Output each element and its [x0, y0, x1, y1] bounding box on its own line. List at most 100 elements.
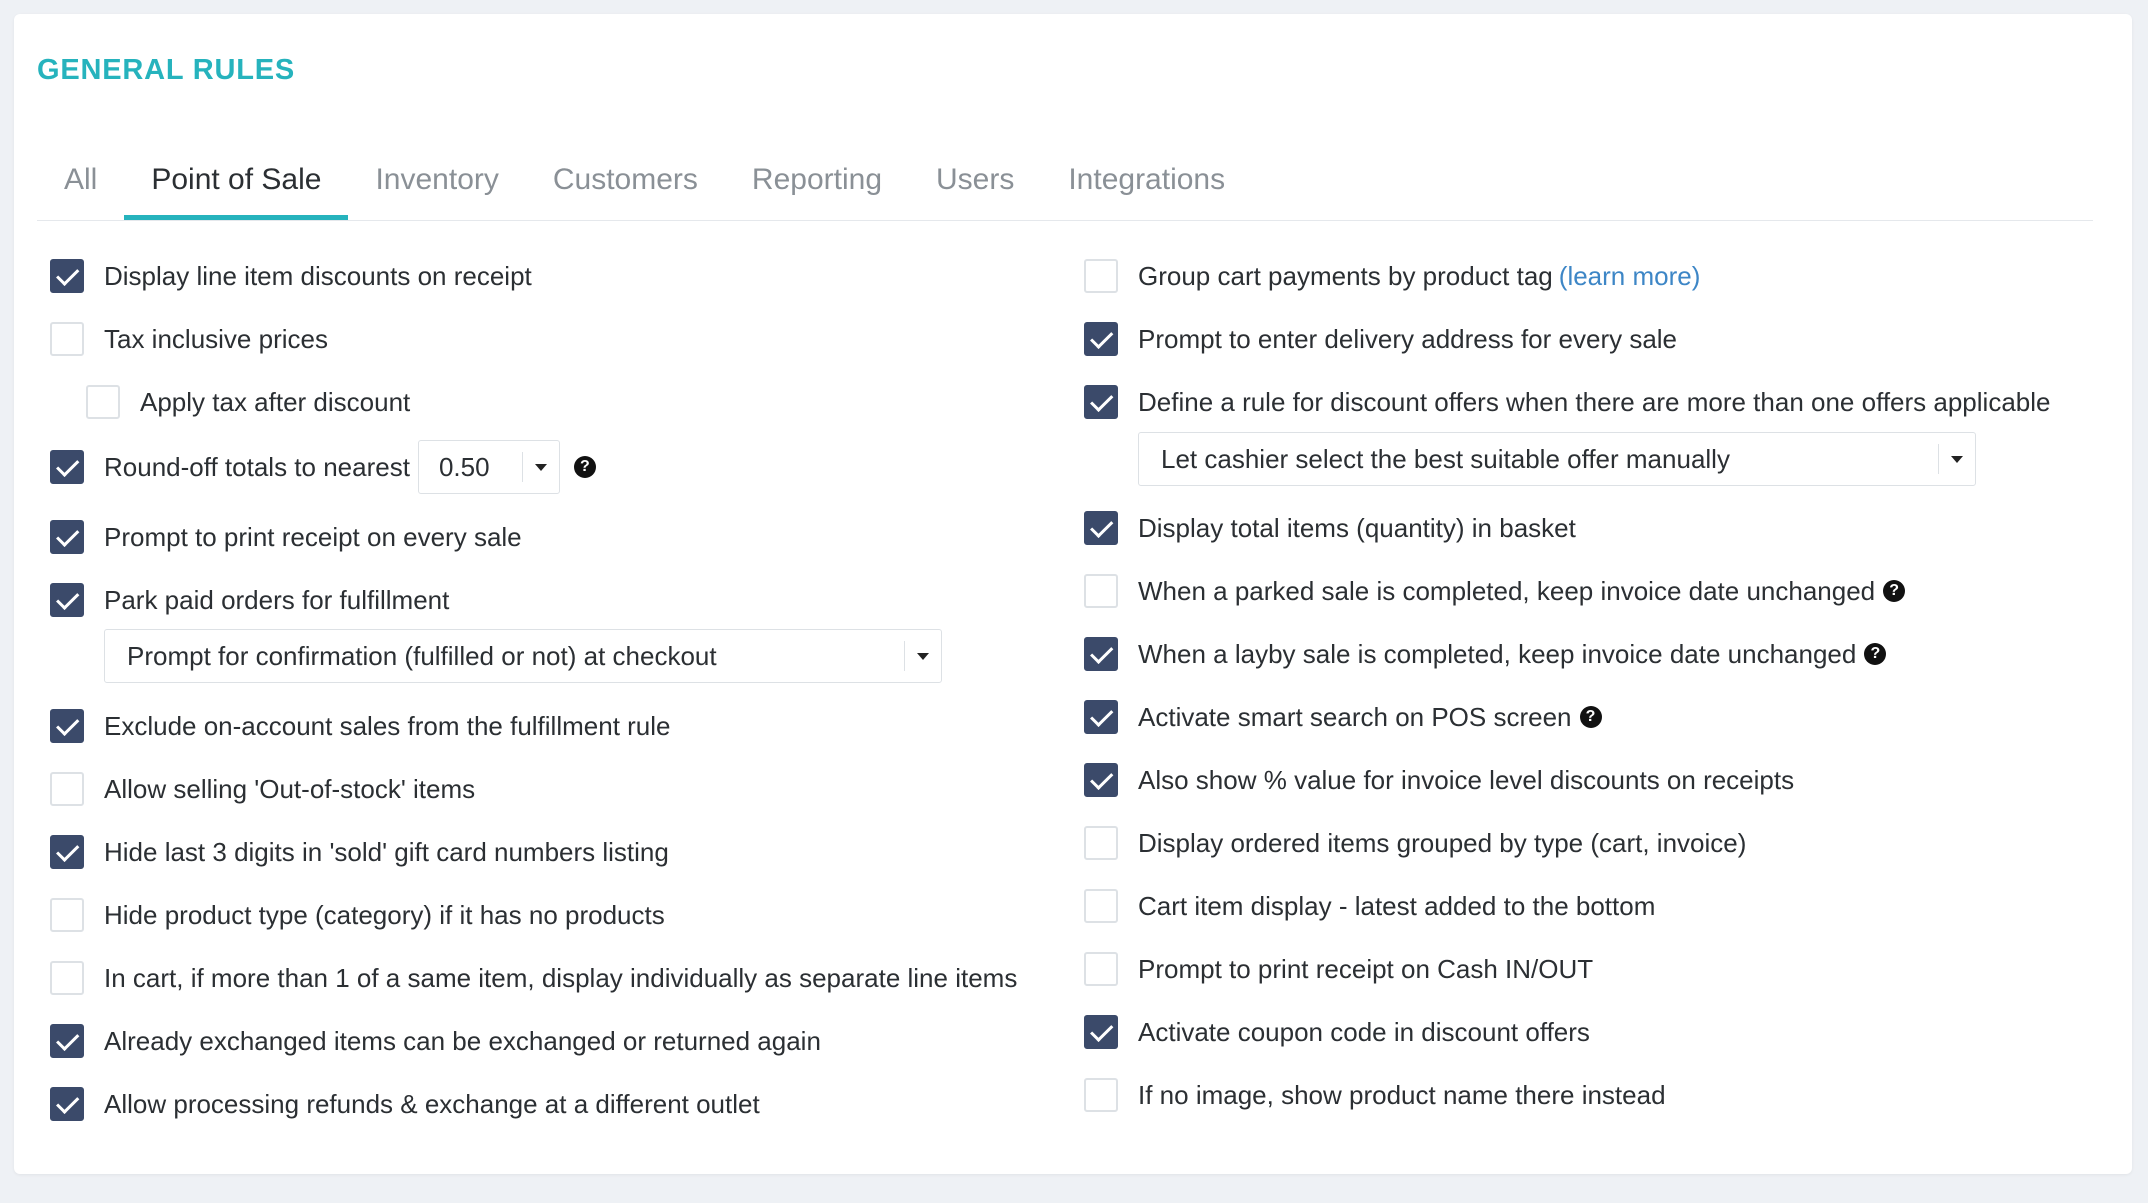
select-value: Prompt for confirmation (fulfilled or no…	[127, 640, 717, 671]
rule-label: Display total items (quantity) in basket	[1138, 512, 1576, 543]
checkbox-checked[interactable]	[1084, 637, 1118, 671]
rule-show-percent-value: Also show % value for invoice level disc…	[1084, 763, 1794, 797]
rule-label: When a layby sale is completed, keep inv…	[1138, 638, 1857, 669]
checkbox-checked[interactable]	[50, 1024, 84, 1058]
rule-label: Allow processing refunds & exchange at a…	[104, 1088, 760, 1119]
checkbox-checked[interactable]	[1084, 511, 1118, 545]
question-circle-icon[interactable]: ?	[573, 456, 596, 478]
checkbox[interactable]	[50, 322, 84, 356]
checkbox[interactable]	[1084, 889, 1118, 923]
rule-label: Allow selling 'Out-of-stock' items	[104, 773, 476, 804]
checkbox-checked[interactable]	[50, 835, 84, 869]
checkbox-checked[interactable]	[1084, 700, 1118, 734]
checkbox[interactable]	[1084, 826, 1118, 860]
learn-more-link[interactable]: (learn more)	[1559, 261, 1701, 292]
tab-inventory[interactable]: Inventory	[348, 140, 525, 220]
rule-print-receipt-cash: Prompt to print receipt on Cash IN/OUT	[1084, 952, 1593, 986]
tab-all[interactable]: All	[37, 140, 124, 220]
rule-label: Activate smart search on POS screen	[1138, 701, 1572, 732]
rule-grouped-by-type: Display ordered items grouped by type (c…	[1084, 826, 1746, 860]
select-value: Let cashier select the best suitable off…	[1161, 443, 1730, 474]
rule-label: Display line item discounts on receipt	[104, 260, 532, 291]
checkbox-checked[interactable]	[50, 259, 84, 293]
rule-label: Tax inclusive prices	[104, 323, 328, 354]
rule-label: Activate coupon code in discount offers	[1138, 1016, 1590, 1047]
checkbox[interactable]	[1084, 1078, 1118, 1112]
rule-label: Hide product type (category) if it has n…	[104, 899, 665, 930]
checkbox[interactable]	[1084, 259, 1118, 293]
rule-apply-tax-after-discount: Apply tax after discount	[86, 385, 410, 419]
tab-users[interactable]: Users	[909, 140, 1041, 220]
rule-exchange-again: Already exchanged items can be exchanged…	[50, 1024, 821, 1058]
rule-separate-line-items: In cart, if more than 1 of a same item, …	[50, 961, 1017, 995]
rule-park-paid-orders: Park paid orders for fulfillment	[50, 583, 449, 617]
rule-tax-inclusive-prices: Tax inclusive prices	[50, 322, 328, 356]
rule-exclude-on-account: Exclude on-account sales from the fulfil…	[50, 709, 671, 743]
fulfillment-rule-select[interactable]: Prompt for confirmation (fulfilled or no…	[104, 629, 942, 683]
checkbox[interactable]	[50, 961, 84, 995]
rule-parked-sale-date: When a parked sale is completed, keep in…	[1084, 574, 1906, 608]
tab-point-of-sale[interactable]: Point of Sale	[124, 140, 349, 220]
caret-down-icon	[1938, 444, 1975, 474]
tab-reporting[interactable]: Reporting	[725, 140, 909, 220]
rule-label: In cart, if more than 1 of a same item, …	[104, 962, 1018, 993]
tab-customers[interactable]: Customers	[526, 140, 725, 220]
question-circle-icon[interactable]: ?	[1864, 643, 1887, 665]
rule-coupon-code: Activate coupon code in discount offers	[1084, 1015, 1590, 1049]
rule-label: Round-off totals to nearest	[104, 451, 410, 482]
rule-display-line-item-discounts: Display line item discounts on receipt	[50, 259, 532, 293]
rule-display-total-items: Display total items (quantity) in basket	[1084, 511, 1576, 545]
checkbox-checked[interactable]	[50, 583, 84, 617]
checkbox-checked[interactable]	[1084, 385, 1118, 419]
checkbox[interactable]	[1084, 574, 1118, 608]
rule-label: Park paid orders for fulfillment	[104, 584, 450, 615]
rule-label: Prompt to print receipt on Cash IN/OUT	[1138, 953, 1594, 984]
rule-no-image-name: If no image, show product name there ins…	[1084, 1078, 1666, 1112]
rule-label: Already exchanged items can be exchanged…	[104, 1025, 821, 1056]
discount-rule-select[interactable]: Let cashier select the best suitable off…	[1138, 432, 1976, 486]
rule-label: Display ordered items grouped by type (c…	[1138, 827, 1747, 858]
checkbox-checked[interactable]	[50, 520, 84, 554]
checkbox[interactable]	[1084, 952, 1118, 986]
checkbox-checked[interactable]	[1084, 322, 1118, 356]
rule-allow-out-of-stock: Allow selling 'Out-of-stock' items	[50, 772, 475, 806]
rule-label: Hide last 3 digits in 'sold' gift card n…	[104, 836, 669, 867]
checkbox[interactable]	[86, 385, 120, 419]
rule-prompt-print-receipt: Prompt to print receipt on every sale	[50, 520, 522, 554]
rule-label: Prompt to enter delivery address for eve…	[1138, 323, 1678, 354]
rule-group-cart-payments: Group cart payments by product tag (lear…	[1084, 259, 1700, 293]
rule-prompt-delivery-address: Prompt to enter delivery address for eve…	[1084, 322, 1677, 356]
rule-label: Define a rule for discount offers when t…	[1138, 386, 2051, 417]
caret-down-icon	[904, 641, 941, 671]
question-circle-icon[interactable]: ?	[1883, 580, 1906, 602]
rule-label: When a parked sale is completed, keep in…	[1138, 575, 1876, 606]
checkbox-checked[interactable]	[50, 709, 84, 743]
rule-layby-sale-date: When a layby sale is completed, keep inv…	[1084, 637, 1887, 671]
question-circle-icon[interactable]: ?	[1579, 706, 1602, 728]
checkbox[interactable]	[50, 772, 84, 806]
rule-label: Prompt to print receipt on every sale	[104, 521, 522, 552]
rules-tabs: All Point of Sale Inventory Customers Re…	[37, 140, 2093, 221]
rule-latest-added-bottom: Cart item display - latest added to the …	[1084, 889, 1655, 923]
rule-define-discount-rule: Define a rule for discount offers when t…	[1084, 385, 2050, 419]
checkbox-checked[interactable]	[1084, 763, 1118, 797]
caret-down-icon	[521, 452, 559, 482]
checkbox-checked[interactable]	[1084, 1015, 1118, 1049]
rule-hide-gift-card-digits: Hide last 3 digits in 'sold' gift card n…	[50, 835, 669, 869]
page-title: GENERAL RULES	[37, 54, 296, 86]
rule-label: Group cart payments by product tag	[1138, 260, 1553, 291]
rule-round-off-totals: Round-off totals to nearest 0.50 ?	[50, 440, 596, 494]
rule-label: If no image, show product name there ins…	[1138, 1079, 1666, 1110]
checkbox[interactable]	[50, 898, 84, 932]
rule-label: Exclude on-account sales from the fulfil…	[104, 710, 671, 741]
rule-hide-product-type: Hide product type (category) if it has n…	[50, 898, 665, 932]
rule-label: Cart item display - latest added to the …	[1138, 890, 1656, 921]
rule-smart-search: Activate smart search on POS screen ?	[1084, 700, 1602, 734]
round-off-value: 0.50	[438, 451, 490, 482]
checkbox-checked[interactable]	[50, 450, 84, 484]
round-off-select[interactable]: 0.50	[417, 440, 560, 494]
rule-label: Apply tax after discount	[140, 386, 411, 417]
checkbox-checked[interactable]	[50, 1087, 84, 1121]
tab-integrations[interactable]: Integrations	[1041, 140, 1252, 220]
rule-label: Also show % value for invoice level disc…	[1138, 764, 1795, 795]
